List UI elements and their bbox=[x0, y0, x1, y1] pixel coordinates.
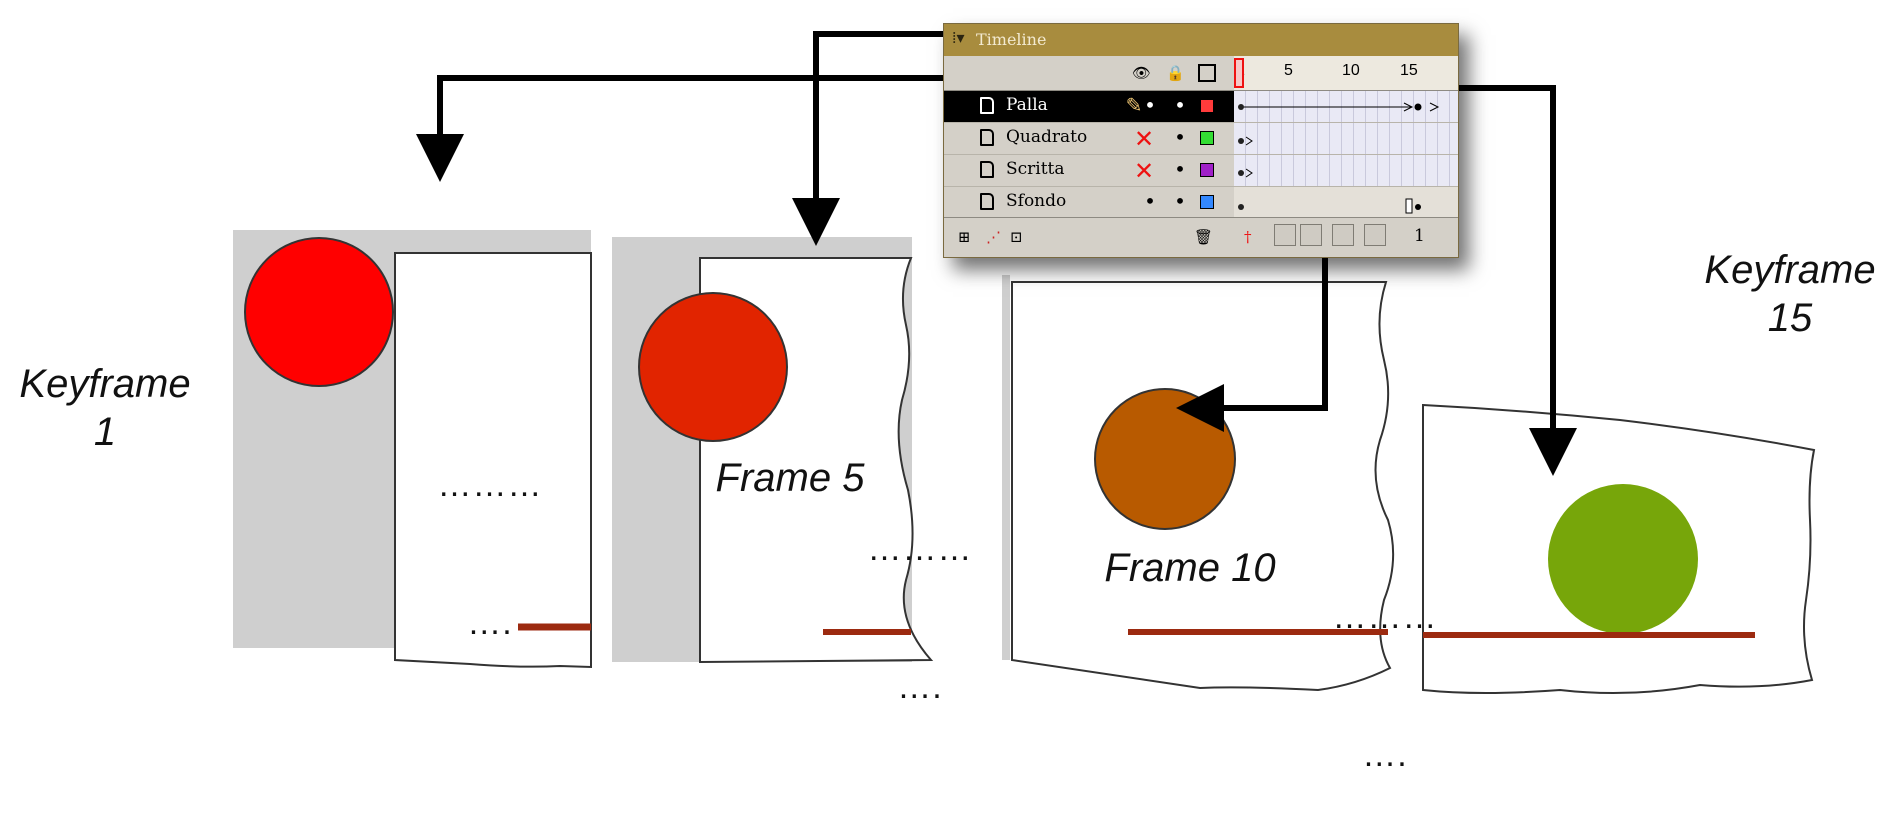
current-frame-counter: 1 bbox=[1414, 226, 1425, 246]
ruler-number: 5 bbox=[1284, 62, 1293, 79]
onion-skin-button[interactable] bbox=[1274, 224, 1296, 246]
label-keyframe-1: Keyframe 1 bbox=[10, 360, 200, 456]
trash-icon[interactable]: 🗑 bbox=[1194, 228, 1213, 246]
ball-frame-15 bbox=[1548, 484, 1698, 634]
ellipsis-between-5-10: ……… …. bbox=[850, 434, 990, 756]
label-keyframe-1-number: 1 bbox=[93, 410, 117, 454]
timeline-panel: ⁞▾ Timeline 👁 🔒 1 5 10 15 Palla ✎ • • Qu… bbox=[943, 23, 1459, 258]
label-keyframe-15-word: Keyframe bbox=[1704, 248, 1876, 292]
tween-track bbox=[1238, 102, 1440, 112]
label-keyframe-15-number: 15 bbox=[1767, 296, 1813, 340]
frames-row-palla[interactable] bbox=[1234, 91, 1458, 123]
ellipsis-line: ……… bbox=[1332, 598, 1438, 636]
timeline-title-bar[interactable]: ⁞▾ Timeline bbox=[944, 24, 1458, 56]
frames-row-scritta[interactable] bbox=[1234, 155, 1458, 187]
layer-row-quadrato[interactable]: Quadrato ✕ • bbox=[944, 123, 1234, 155]
layer-icon bbox=[980, 161, 994, 178]
ellipsis-line: ……… bbox=[867, 530, 973, 568]
frames-row-quadrato[interactable] bbox=[1234, 123, 1458, 155]
layer-name: Quadrato bbox=[1006, 127, 1088, 147]
add-folder-icon[interactable]: ⊡ bbox=[1010, 228, 1023, 246]
add-layer-icon[interactable]: ⊞ bbox=[958, 228, 971, 246]
label-keyframe-1-word: Keyframe bbox=[19, 362, 191, 406]
layer-name: Scritta bbox=[1006, 159, 1065, 179]
lock-dot[interactable]: • bbox=[1170, 189, 1190, 213]
lock-icon[interactable]: 🔒 bbox=[1166, 64, 1185, 82]
tween-track bbox=[1238, 136, 1253, 146]
layer-name: Palla bbox=[1006, 95, 1048, 115]
layer-color-swatch[interactable] bbox=[1200, 195, 1214, 209]
frame-ruler[interactable]: 1 5 10 15 bbox=[1234, 56, 1458, 91]
timeline-footer: ⊞ ⋰ ⊡ 🗑 † 1 bbox=[944, 217, 1458, 257]
center-frame-icon[interactable]: † bbox=[1244, 228, 1252, 246]
eye-icon[interactable]: 👁 bbox=[1132, 64, 1151, 82]
tween-track bbox=[1238, 168, 1253, 178]
hidden-x-icon[interactable]: ✕ bbox=[1134, 125, 1154, 153]
stage-grey-edge bbox=[1002, 275, 1010, 660]
outline-icon[interactable] bbox=[1198, 64, 1216, 82]
layer-icon bbox=[980, 129, 994, 146]
lock-dot[interactable]: • bbox=[1170, 125, 1190, 149]
ruler-number: 15 bbox=[1400, 62, 1418, 79]
timeline-title: Timeline bbox=[976, 30, 1047, 49]
layer-icon bbox=[980, 193, 994, 210]
ellipsis-line: …. bbox=[467, 604, 513, 642]
ellipsis-line: ……… bbox=[437, 466, 543, 504]
visibility-dot[interactable]: • bbox=[1140, 93, 1160, 117]
layer-name: Sfondo bbox=[1006, 191, 1067, 211]
layer-icon bbox=[980, 97, 994, 114]
layer-row-scritta[interactable]: Scritta ✕ • bbox=[944, 155, 1234, 187]
layer-header: 👁 🔒 bbox=[944, 56, 1234, 91]
layer-color-swatch[interactable] bbox=[1200, 99, 1214, 113]
edit-multiple-frames-button[interactable] bbox=[1332, 224, 1354, 246]
stage-panel-keyframe-15 bbox=[1422, 403, 1816, 695]
frames-row-sfondo[interactable] bbox=[1234, 187, 1458, 218]
onion-outline-button[interactable] bbox=[1300, 224, 1322, 246]
arrow-to-keyframe-15 bbox=[1443, 85, 1577, 476]
lock-dot[interactable]: • bbox=[1170, 93, 1190, 117]
visibility-dot[interactable]: • bbox=[1140, 189, 1160, 213]
ellipsis-between-1-5: ……… …. bbox=[420, 370, 560, 692]
modify-onion-markers-button[interactable] bbox=[1364, 224, 1386, 246]
layer-color-swatch[interactable] bbox=[1200, 131, 1214, 145]
ball-frame-1 bbox=[244, 237, 394, 387]
drag-handle-icon[interactable]: ⁞▾ bbox=[952, 28, 964, 48]
ball-frame-5 bbox=[638, 292, 788, 442]
layer-row-sfondo[interactable]: Sfondo • • bbox=[944, 187, 1234, 218]
ellipsis-line: …. bbox=[1362, 736, 1408, 774]
layer-row-palla[interactable]: Palla ✎ • • bbox=[944, 91, 1234, 123]
label-frame-10: Frame 10 bbox=[1104, 546, 1276, 590]
ruler-number: 10 bbox=[1342, 62, 1360, 79]
ellipsis-line: …. bbox=[897, 668, 943, 706]
add-guide-layer-icon[interactable]: ⋰ bbox=[986, 228, 1001, 246]
lock-dot[interactable]: • bbox=[1170, 157, 1190, 181]
playhead[interactable] bbox=[1234, 58, 1244, 88]
frame-track bbox=[1238, 198, 1421, 214]
ellipsis-between-10-15: ……… …. bbox=[1315, 502, 1455, 824]
hidden-x-icon[interactable]: ✕ bbox=[1134, 157, 1154, 185]
label-keyframe-15: Keyframe 15 bbox=[1690, 246, 1890, 342]
layer-color-swatch[interactable] bbox=[1200, 163, 1214, 177]
